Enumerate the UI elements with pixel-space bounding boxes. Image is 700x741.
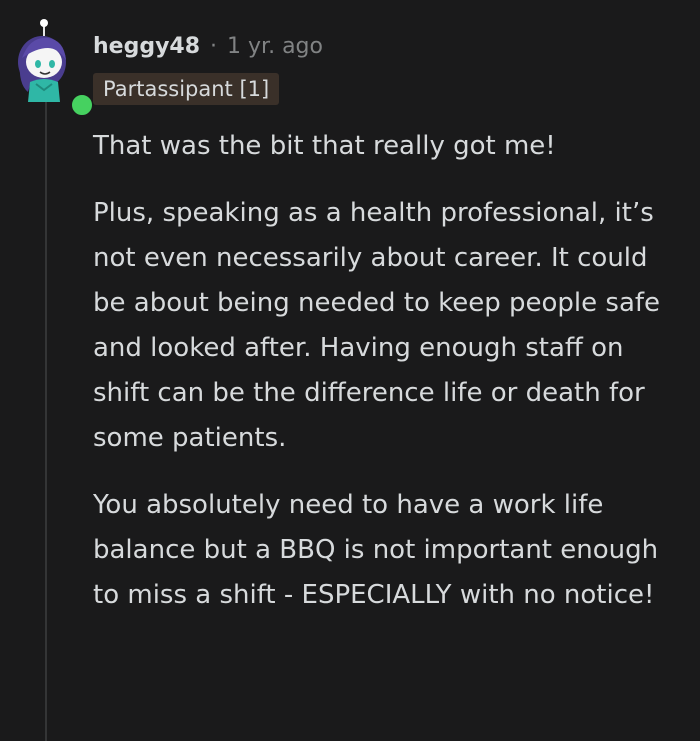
comment-body: That was the bit that really got me! Plu…	[93, 124, 683, 640]
meta-separator: ·	[210, 33, 218, 59]
username-link[interactable]: heggy48	[93, 34, 200, 59]
comment-paragraph: Plus, speaking as a health professional,…	[93, 198, 661, 453]
comment-paragraph: You absolutely need to have a work life …	[93, 490, 659, 610]
thread-line[interactable]	[45, 102, 47, 741]
online-status-dot	[69, 92, 95, 118]
snoo-avatar-icon	[18, 19, 66, 102]
avatar[interactable]	[14, 18, 95, 118]
timestamp-link[interactable]: 1 yr. ago	[227, 34, 323, 59]
comment-header: heggy48 · 1 yr. ago	[93, 30, 323, 62]
comment-paragraph: That was the bit that really got me!	[93, 131, 556, 161]
user-flair: Partassipant [1]	[93, 73, 280, 105]
